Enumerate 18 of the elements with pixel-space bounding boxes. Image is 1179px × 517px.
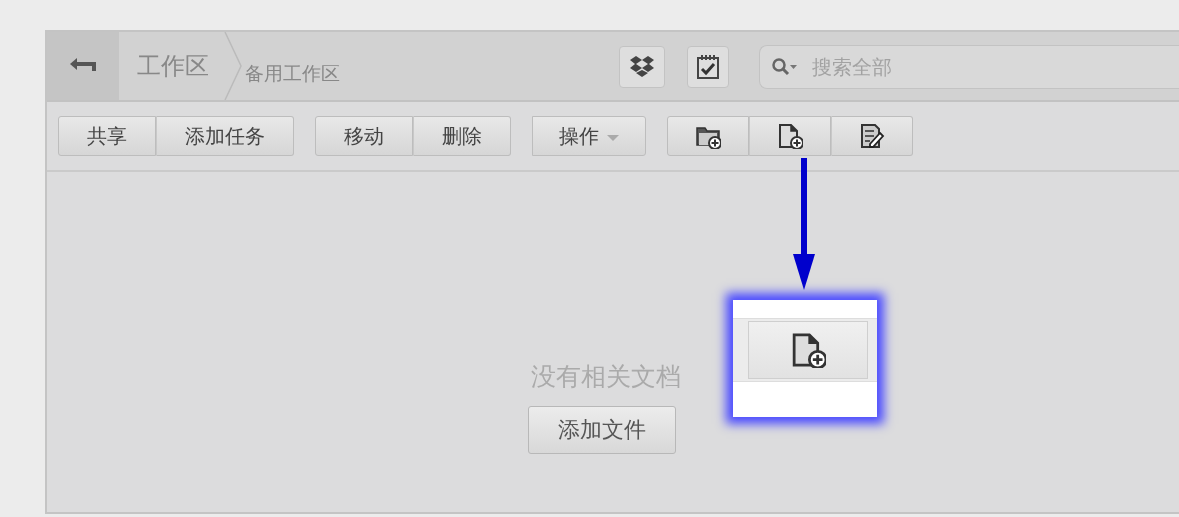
calendar-button[interactable] — [687, 46, 729, 88]
add-file-button[interactable]: 添加文件 — [528, 405, 676, 454]
toolbar-button[interactable]: 删除 — [413, 116, 511, 156]
icon-button[interactable] — [749, 116, 831, 156]
file-plus-icon — [777, 123, 803, 149]
box-icon-button[interactable] — [619, 46, 665, 88]
actions-dropdown[interactable]: 操作 — [532, 116, 646, 156]
caret-icon — [607, 134, 619, 141]
icon-button[interactable] — [667, 116, 749, 156]
toolbar-button[interactable]: 共享 — [58, 116, 156, 156]
toolbar-button[interactable]: 移动 — [315, 116, 413, 156]
calendar-check-icon — [696, 54, 720, 80]
file-plus-icon — [790, 332, 826, 368]
back-button[interactable] — [47, 32, 119, 100]
toolbar-button[interactable]: 添加任务 — [156, 116, 294, 156]
note-pencil-icon — [859, 123, 885, 149]
box-icon — [629, 55, 655, 79]
icon-button[interactable] — [831, 116, 913, 156]
